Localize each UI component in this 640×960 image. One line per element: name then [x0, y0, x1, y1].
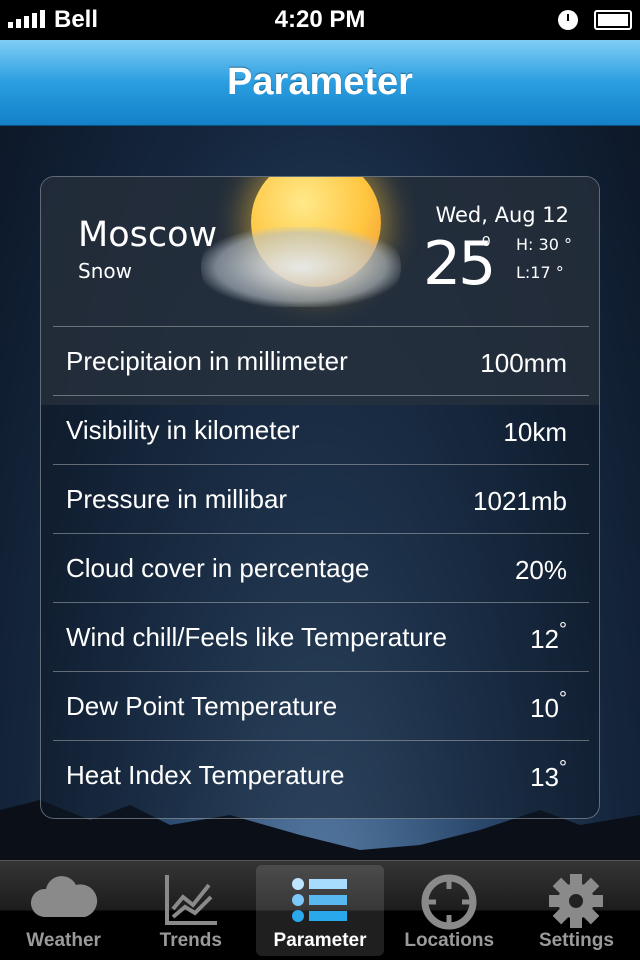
tab-label: Trends: [159, 930, 222, 951]
tab-weather[interactable]: Weather: [0, 861, 127, 960]
clock-time: 4:20 PM: [274, 6, 366, 33]
parameter-row: Cloud cover in percentage 20%: [53, 533, 589, 602]
parameter-value: 1021mb: [473, 481, 567, 517]
parameter-value: 13°: [530, 757, 567, 793]
tab-label: Weather: [26, 930, 101, 951]
low-temp: L:17 °: [516, 263, 564, 282]
parameter-value: 12°: [530, 619, 567, 655]
condition: Snow: [78, 259, 132, 283]
parameter-label: Heat Index Temperature: [66, 759, 345, 790]
parameter-value: 100mm: [480, 343, 567, 379]
degree-symbol: °: [559, 619, 567, 641]
parameter-value: 10°: [530, 688, 567, 724]
parameter-label: Dew Point Temperature: [66, 690, 338, 721]
tab-bar: Weather Trends Parameter Locations Settings: [0, 860, 640, 960]
parameter-row: Precipitaion in millimeter 100mm: [53, 326, 589, 395]
value-text: 13: [530, 762, 559, 792]
high-temp: H: 30 °: [516, 235, 572, 254]
degree-symbol: °: [559, 757, 567, 779]
date: Wed, Aug 12: [435, 203, 569, 227]
weather-card: Moscow Snow Wed, Aug 12 25 0 H: 30 ° L:1…: [40, 176, 600, 819]
crosshair-icon: [420, 873, 478, 937]
degree-symbol: 0: [482, 233, 491, 250]
list-icon: [291, 877, 349, 929]
value-text: 100mm: [480, 348, 567, 378]
parameter-value: 10km: [503, 412, 567, 448]
parameter-row: Visibility in kilometer 10km: [53, 395, 589, 464]
tab-label: Parameter: [273, 930, 367, 951]
degree-symbol: °: [559, 688, 567, 710]
parameter-row: Wind chill/Feels like Temperature 12°: [53, 602, 589, 671]
status-bar: Bell 4:20 PM: [0, 0, 640, 40]
value-text: 10: [530, 693, 559, 723]
parameter-label: Precipitaion in millimeter: [66, 345, 348, 376]
parameter-label: Wind chill/Feels like Temperature: [66, 621, 447, 652]
city-name: Moscow: [78, 215, 218, 255]
battery-icon: [594, 10, 632, 30]
page-title: Parameter: [227, 61, 413, 103]
value-text: 10km: [503, 417, 567, 447]
tab-trends[interactable]: Trends: [127, 861, 254, 960]
parameter-row: Heat Index Temperature 13°: [53, 740, 589, 809]
tab-parameter[interactable]: Parameter: [256, 865, 384, 956]
tab-settings[interactable]: Settings: [513, 861, 640, 960]
gear-icon: [548, 873, 604, 935]
value-text: 12: [530, 624, 559, 654]
value-text: 20%: [514, 555, 567, 585]
alarm-icon: [558, 10, 578, 30]
parameter-row: Pressure in millibar 1021mb: [53, 464, 589, 533]
parameter-value: 20%: [515, 550, 567, 586]
cloud-icon: [29, 873, 99, 925]
parameter-list: Precipitaion in millimeter 100mm Visibilit…: [53, 326, 589, 809]
nav-header: Parameter: [0, 40, 640, 126]
parameter-row: Dew Point Temperature 10°: [53, 671, 589, 740]
cloud-icon: [201, 227, 401, 307]
parameter-label: Visibility in kilometer: [66, 414, 300, 445]
parameter-label: Pressure in millibar: [66, 483, 288, 514]
chart-icon: [163, 873, 219, 933]
tab-locations[interactable]: Locations: [386, 861, 513, 960]
parameter-label: Cloud cover in percentage: [66, 552, 370, 583]
value-text: 1021mb: [473, 486, 567, 516]
